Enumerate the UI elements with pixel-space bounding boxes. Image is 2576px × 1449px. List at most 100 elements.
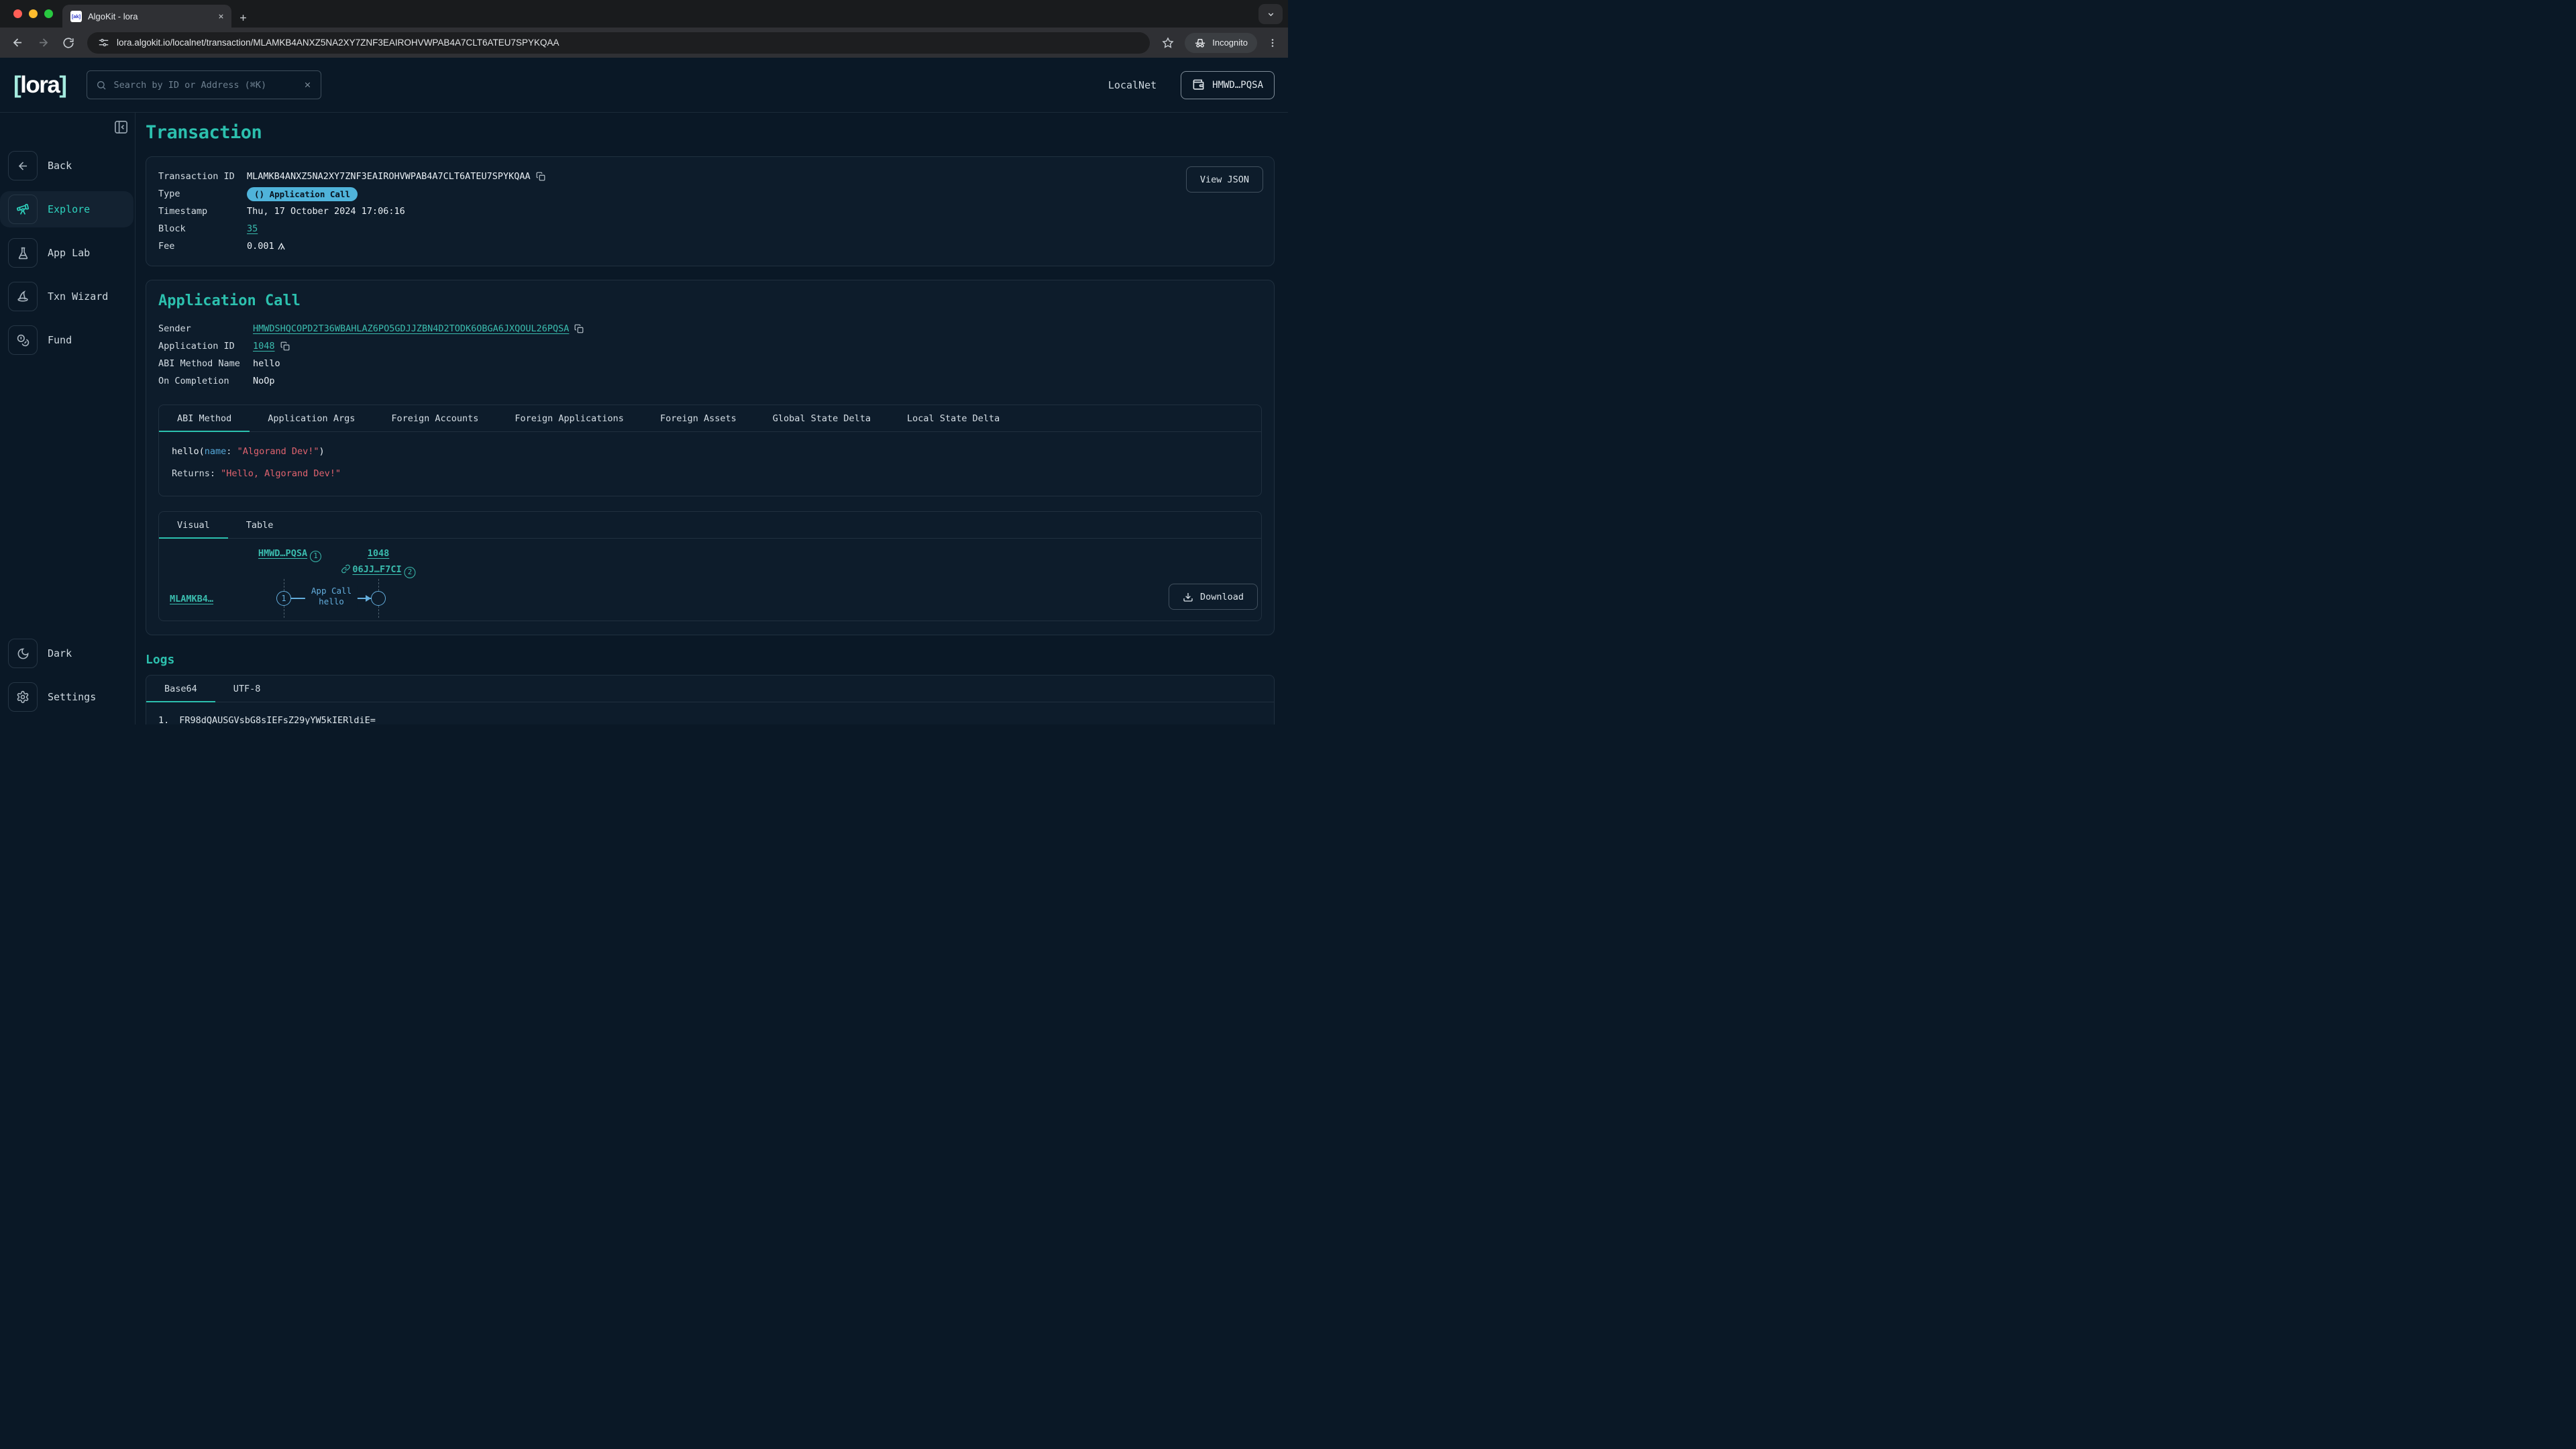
- visual-tabbar: Visual Table: [159, 512, 1261, 539]
- graph-edge-label: App Call hello: [305, 586, 358, 608]
- search-icon: [96, 80, 107, 91]
- sidebar-item-back[interactable]: Back: [0, 148, 133, 184]
- browser-tab[interactable]: [ak] AlgoKit - lora: [62, 5, 231, 28]
- telescope-icon: [8, 195, 38, 224]
- url-bar[interactable]: lora.algokit.io/localnet/transaction/MLA…: [87, 32, 1150, 54]
- page-title: Transaction: [146, 122, 1275, 143]
- browser-toolbar: lora.algokit.io/localnet/transaction/MLA…: [0, 28, 1288, 58]
- graph-arrowhead: [366, 595, 371, 602]
- sender-link[interactable]: HMWDSHQCOPD2T36WBAHLAZ6PO5GDJJZBN4D2TODK…: [253, 323, 569, 334]
- tab-foreign-applications[interactable]: Foreign Applications: [496, 405, 642, 431]
- sidebar-item-dark-toggle[interactable]: Dark: [0, 635, 133, 672]
- sidebar-item-label: Back: [48, 160, 72, 172]
- application-id-link[interactable]: 1048: [253, 341, 275, 352]
- back-arrow-icon: [8, 151, 38, 180]
- sidebar-item-label: Dark: [48, 647, 72, 659]
- search-input[interactable]: [114, 80, 296, 91]
- log-entry-value: FR98dQAUSGVsbG8sIEFsZ29yYW5kIERldiE=: [179, 715, 376, 724]
- tab-visual[interactable]: Visual: [159, 512, 228, 538]
- graph-group-link[interactable]: 06JJ…F7CI: [352, 564, 401, 575]
- tab-utf8[interactable]: UTF-8: [215, 676, 279, 702]
- sidebar-collapse-icon[interactable]: [113, 119, 129, 135]
- field-label: On Completion: [158, 376, 253, 386]
- on-completion-value: NoOp: [253, 376, 275, 386]
- back-icon[interactable]: [5, 31, 30, 55]
- field-label: ABI Method Name: [158, 358, 253, 369]
- copy-icon[interactable]: [574, 324, 584, 333]
- download-button[interactable]: Download: [1169, 584, 1258, 610]
- graph-app-id-link[interactable]: 1048: [368, 548, 390, 559]
- abi-arg-value: "Algorand Dev!": [237, 446, 319, 457]
- field-label: Application ID: [158, 341, 253, 352]
- tab-foreign-accounts[interactable]: Foreign Accounts: [373, 405, 496, 431]
- browser-tabstrip: [ak] AlgoKit - lora: [0, 0, 1288, 28]
- wizard-hat-icon: [8, 282, 38, 311]
- tab-abi-method[interactable]: ABI Method: [159, 405, 250, 431]
- logo-bracket-close: ]: [59, 72, 66, 98]
- abi-method-panel: hello(name: "Algorand Dev!") Returns: "H…: [159, 432, 1261, 496]
- abi-call-signature: hello(name: "Algorand Dev!"): [172, 446, 1248, 457]
- tab-search-chevron-button[interactable]: [1258, 4, 1283, 24]
- block-link[interactable]: 35: [247, 223, 258, 234]
- copy-icon[interactable]: [536, 172, 545, 181]
- sidebar-item-label: Settings: [48, 691, 96, 703]
- tab-global-state-delta[interactable]: Global State Delta: [755, 405, 889, 431]
- tab-close-icon[interactable]: [217, 13, 225, 20]
- logo-bracket-open: [: [13, 72, 20, 98]
- tab-base64[interactable]: Base64: [146, 676, 215, 702]
- algo-symbol-icon: [277, 242, 286, 251]
- tab-application-args[interactable]: Application Args: [250, 405, 373, 431]
- field-label: Fee: [158, 241, 247, 252]
- tab-foreign-assets[interactable]: Foreign Assets: [642, 405, 755, 431]
- sidebar-item-explore[interactable]: Explore: [0, 191, 133, 227]
- transaction-id-value: MLAMKB4ANXZ5NA2XY7ZNF3EAIROHVWPAB4A7CLT6…: [247, 171, 531, 182]
- sidebar-item-app-lab[interactable]: App Lab: [0, 235, 133, 271]
- moon-icon: [8, 639, 38, 668]
- search-clear-icon[interactable]: [303, 80, 312, 89]
- logs-card: Base64 UTF-8 1. FR98dQAUSGVsbG8sIEFsZ29y…: [146, 675, 1275, 724]
- sidebar: Back Explore App Lab Txn Wizard: [0, 113, 136, 724]
- log-entry: 1. FR98dQAUSGVsbG8sIEFsZ29yYW5kIERldiE=: [146, 702, 1274, 724]
- sidebar-item-fund[interactable]: Fund: [0, 322, 133, 358]
- application-call-heading: Application Call: [158, 292, 1262, 309]
- log-entry-number: 1.: [158, 715, 169, 724]
- graph-txn-link[interactable]: MLAMKB4…: [170, 594, 213, 604]
- gear-icon: [8, 682, 38, 712]
- graph-sender-link[interactable]: HMWD…PQSA: [258, 548, 307, 559]
- sidebar-item-txn-wizard[interactable]: Txn Wizard: [0, 278, 133, 315]
- logs-heading: Logs: [146, 653, 1275, 667]
- copy-icon[interactable]: [280, 341, 290, 351]
- sidebar-item-settings[interactable]: Settings: [0, 679, 133, 715]
- field-label: Transaction ID: [158, 171, 247, 182]
- browser-menu-icon[interactable]: [1263, 32, 1283, 54]
- url-text: lora.algokit.io/localnet/transaction/MLA…: [117, 38, 559, 48]
- lora-logo[interactable]: [lora]: [13, 72, 66, 99]
- search-box[interactable]: [87, 70, 321, 99]
- wallet-button[interactable]: HMWD…PQSA: [1181, 71, 1275, 99]
- tab-local-state-delta[interactable]: Local State Delta: [889, 405, 1018, 431]
- close-window-button[interactable]: [13, 9, 22, 18]
- network-label[interactable]: LocalNet: [1108, 79, 1157, 91]
- reload-icon[interactable]: [56, 31, 80, 55]
- tab-table[interactable]: Table: [228, 512, 292, 538]
- maximize-window-button[interactable]: [44, 9, 53, 18]
- transaction-graph: HMWD…PQSA 1 1048 06JJ…F7CI 2: [159, 539, 1261, 621]
- minimize-window-button[interactable]: [29, 9, 38, 18]
- forward-icon[interactable]: [31, 31, 55, 55]
- bookmark-star-icon[interactable]: [1157, 32, 1179, 54]
- wallet-icon: [1192, 78, 1205, 91]
- abi-method-name-value: hello: [253, 358, 280, 369]
- incognito-label: Incognito: [1212, 38, 1248, 48]
- logo-text: lora: [20, 72, 59, 98]
- view-json-button[interactable]: View JSON: [1186, 166, 1263, 193]
- graph-node-app[interactable]: [371, 591, 386, 606]
- site-info-icon[interactable]: [98, 37, 109, 48]
- app-header: [lora] LocalNet HMWD…PQSA: [0, 58, 1288, 113]
- favicon: [ak]: [70, 11, 82, 22]
- graph-group-badge: 2: [405, 567, 416, 578]
- sidebar-item-label: App Lab: [48, 247, 90, 259]
- graph-node-sender[interactable]: 1: [276, 591, 291, 606]
- timestamp-value: Thu, 17 October 2024 17:06:16: [247, 206, 405, 217]
- fee-value: 0.001: [247, 241, 274, 252]
- new-tab-button[interactable]: [238, 13, 248, 23]
